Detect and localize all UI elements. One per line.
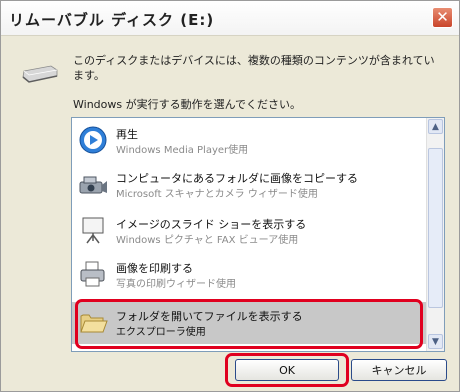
dialog-instruction: Windows が実行する動作を選んでください。: [73, 98, 302, 111]
action-sublabel: Windows Media Player使用: [116, 145, 249, 156]
chevron-up-icon: ▲: [432, 121, 439, 132]
action-sublabel: エクスプローラ使用: [116, 327, 206, 338]
camera-scanner-icon: [79, 176, 107, 194]
action-sublabel: 写真の印刷ウィザード使用: [116, 279, 236, 290]
action-label: フォルダを開いてファイルを表示する: [116, 310, 303, 323]
action-item-play[interactable]: 再生 Windows Media Player使用: [72, 120, 428, 162]
action-item-print[interactable]: 画像を印刷する 写真の印刷ウィザード使用: [72, 254, 428, 296]
removable-drive-icon: [22, 65, 58, 83]
title-bar[interactable]: リムーバブル ディスク (E:) ✕: [1, 1, 459, 36]
media-player-icon: [79, 126, 107, 154]
action-label: コンピュータにあるフォルダに画像をコピーする: [116, 172, 358, 185]
action-sublabel: Microsoft スキャナとカメラ ウィザード使用: [116, 189, 318, 200]
autoplay-dialog: リムーバブル ディスク (E:) ✕ このディスクまたはデバイスには、複数の種類…: [0, 0, 460, 392]
list-scrollbar[interactable]: ▲ ▼: [426, 118, 444, 351]
cancel-button[interactable]: キャンセル: [351, 359, 447, 381]
scroll-down-button[interactable]: ▼: [428, 334, 443, 349]
ok-button[interactable]: OK: [235, 359, 339, 381]
action-item-slideshow[interactable]: イメージのスライド ショーを表示する Windows ピクチャと FAX ビュー…: [72, 210, 428, 252]
scroll-up-button[interactable]: ▲: [428, 119, 443, 134]
action-label: 再生: [116, 128, 138, 141]
folder-icon: [80, 314, 108, 333]
action-sublabel: Windows ピクチャと FAX ビューア使用: [116, 235, 299, 246]
dialog-message: このディスクまたはデバイスには、複数の種類のコンテンツが含まれています。: [73, 54, 435, 82]
chevron-down-icon: ▼: [432, 336, 439, 347]
close-button[interactable]: ✕: [432, 7, 453, 28]
window-title: リムーバブル ディスク (E:): [9, 11, 215, 29]
action-item-open-folder[interactable]: フォルダを開いてファイルを表示する エクスプローラ使用: [72, 302, 428, 344]
action-label: イメージのスライド ショーを表示する: [116, 218, 307, 231]
printer-icon: [80, 261, 105, 287]
close-icon: ✕: [436, 8, 449, 26]
slideshow-icon: [82, 217, 104, 244]
action-label: 画像を印刷する: [116, 262, 193, 275]
action-listbox[interactable]: 再生 Windows Media Player使用 コンピュータにあるフォルダに…: [71, 117, 445, 352]
action-item-copy-pictures[interactable]: コンピュータにあるフォルダに画像をコピーする Microsoft スキャナとカメ…: [72, 164, 428, 206]
scroll-thumb[interactable]: [428, 148, 443, 308]
